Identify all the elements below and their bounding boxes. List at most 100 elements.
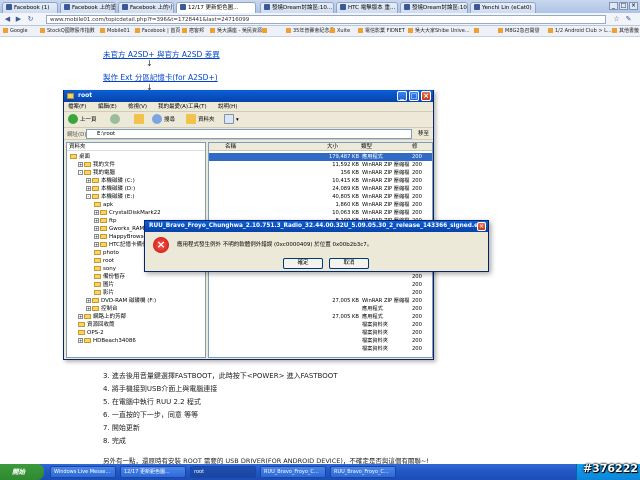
expand-icon[interactable]: + bbox=[94, 234, 99, 239]
reload-icon[interactable]: ↻ bbox=[26, 15, 35, 24]
tree-node[interactable]: OPS-2 bbox=[78, 329, 104, 337]
wrench-icon[interactable]: ✎ bbox=[624, 15, 633, 24]
file-row[interactable]: 200 bbox=[209, 289, 432, 297]
taskbar-button[interactable]: root bbox=[190, 466, 256, 478]
explorer-menu-item[interactable]: 檔案(F) bbox=[68, 103, 86, 111]
bookmark-item[interactable]: Xuite bbox=[330, 27, 350, 36]
up-folder-button[interactable] bbox=[134, 114, 146, 126]
bookmark-item[interactable]: Facebook | 首頁 bbox=[135, 27, 180, 36]
bookmark-item[interactable]: Google bbox=[3, 27, 28, 36]
tree-node[interactable]: apk bbox=[94, 201, 113, 209]
bookmark-item[interactable]: 其他書籤 bbox=[612, 27, 639, 36]
expand-icon[interactable]: + bbox=[86, 178, 91, 183]
folders-button[interactable]: 資料夾 bbox=[186, 114, 215, 126]
file-row[interactable]: 200 bbox=[209, 273, 432, 281]
forward-arrow-icon[interactable]: ▶ bbox=[14, 15, 23, 24]
bookmark-item[interactable]: StockQ國際股市指數 bbox=[40, 27, 95, 36]
column-size[interactable]: 大小 bbox=[327, 143, 338, 151]
search-button[interactable]: 搜尋 bbox=[152, 114, 175, 126]
collapse-icon[interactable]: - bbox=[78, 170, 83, 175]
tree-node[interactable]: photo bbox=[94, 249, 119, 257]
maximize-button[interactable]: □ bbox=[619, 2, 628, 10]
tree-node[interactable]: 桌面 bbox=[70, 153, 90, 161]
star-icon[interactable]: ☆ bbox=[612, 15, 621, 24]
tree-node[interactable]: + ftp bbox=[94, 217, 117, 225]
bookmark-item[interactable]: 痞客邦 bbox=[182, 27, 204, 36]
expand-icon[interactable]: + bbox=[94, 210, 99, 215]
bookmark-item[interactable]: 吳大大家Shibe Unive... bbox=[408, 27, 470, 36]
file-row[interactable]: Kernel for Bravo Desire Froyo v2.5.2.zip… bbox=[209, 177, 432, 185]
tree-node[interactable]: + HDBeach34086 bbox=[78, 337, 136, 345]
file-row[interactable]: HTC_Chunghwa_Widget.zip1,860 KBWinRAR ZI… bbox=[209, 201, 432, 209]
tree-node[interactable]: + 本機磁碟 (D:) bbox=[86, 185, 135, 193]
tree-node[interactable]: - 本機磁碟 (E:) bbox=[86, 193, 134, 201]
ok-button[interactable]: 確定 bbox=[283, 258, 323, 269]
back-arrow-icon[interactable]: ◀ bbox=[3, 15, 12, 24]
link-ext-partition[interactable]: 製作 Ext 分區記憶卡(for A2SD+) bbox=[103, 72, 218, 83]
explorer-menu-item[interactable]: 我的最愛(A) bbox=[158, 103, 188, 111]
expand-icon[interactable]: + bbox=[78, 314, 83, 319]
taskbar-button[interactable]: Windows Live Messe... bbox=[50, 466, 116, 478]
tree-node[interactable]: + 網路上的芳鄰 bbox=[78, 313, 126, 321]
browser-tab[interactable]: HTC 電擊版本 重... bbox=[336, 2, 398, 13]
file-row[interactable]: Bravo Desire Froyo v2.x27,005 KBWinRAR Z… bbox=[209, 297, 432, 305]
file-row[interactable]: reflash.exe27,005 KB應用程式200 bbox=[209, 313, 432, 321]
browser-tab[interactable]: 12/17 更新鉅色圖... bbox=[176, 2, 256, 13]
tree-node[interactable]: + 控制台 bbox=[86, 305, 118, 313]
tree-node[interactable]: 圖片 bbox=[94, 281, 114, 289]
file-row[interactable]: 200 bbox=[209, 281, 432, 289]
expand-icon[interactable]: + bbox=[94, 218, 99, 223]
minimize-button[interactable]: _ bbox=[609, 2, 618, 10]
file-row[interactable]: Default_icon_for_v2.x_991217.zip24,089 K… bbox=[209, 185, 432, 193]
tree-node[interactable]: root bbox=[94, 257, 114, 265]
expand-icon[interactable]: + bbox=[86, 298, 91, 303]
bookmark-item[interactable]: 電信影業 FIDNET bbox=[358, 27, 405, 36]
tree-node[interactable]: + CrystalDiskMark22 bbox=[94, 209, 161, 217]
collapse-icon[interactable]: - bbox=[86, 194, 91, 199]
tree-node[interactable]: 資源回收筒 bbox=[78, 321, 115, 329]
cancel-button[interactable]: 取消 bbox=[329, 258, 369, 269]
tree-node[interactable]: + DVD-RAM 磁碟機 (F:) bbox=[86, 297, 156, 305]
file-row[interactable]: Bravo Desire Froyo v2.x Apps_9912.zip10,… bbox=[209, 209, 432, 217]
file-row[interactable]: Update OPS Pro 3 ro.pool.ntp.org.zip156 … bbox=[209, 169, 432, 177]
dialog-close-button[interactable]: × bbox=[477, 222, 486, 231]
dialog-title[interactable]: RUU_Bravo_Froyo_Chunghwa_2.10.751.3_Radi… bbox=[145, 221, 488, 232]
expand-icon[interactable]: + bbox=[86, 186, 91, 191]
expand-icon[interactable]: + bbox=[94, 226, 99, 231]
tree-node[interactable]: + HTC記憶卡備份 bbox=[94, 241, 148, 249]
file-row[interactable]: gtktab_id檔案資料夾200 bbox=[209, 329, 432, 337]
browser-tab[interactable]: Facebook 上的塗鴉心... bbox=[60, 2, 116, 13]
explorer-minimize-button[interactable]: _ bbox=[397, 91, 407, 101]
file-row[interactable]: recovery-RA-desire-v2.0.0.zip應用程式200 bbox=[209, 305, 432, 313]
link-a2sd-difference[interactable]: 未官方 A2SD+ 與官方 A2SD 差異 bbox=[103, 49, 220, 60]
bookmark-item[interactable]: Mobile01 bbox=[100, 27, 130, 36]
tree-node[interactable]: - 我的電腦 bbox=[78, 169, 115, 177]
file-row[interactable]: Battery_ICON_991217.zip40,805 KBWinRAR Z… bbox=[209, 193, 432, 201]
browser-tab[interactable]: Yenchi Lin (eCat0) bbox=[470, 2, 536, 13]
tree-node[interactable]: sony bbox=[94, 265, 116, 273]
explorer-menu-item[interactable]: 編輯(E) bbox=[98, 103, 117, 111]
bookmark-item[interactable]: 35年普賽會紀念品 bbox=[286, 27, 334, 36]
expand-icon[interactable]: + bbox=[86, 306, 91, 311]
bookmark-item[interactable]: M8G2急召開發 bbox=[498, 27, 540, 36]
expand-icon[interactable]: + bbox=[78, 338, 83, 343]
start-button[interactable]: 開始 bbox=[0, 464, 44, 480]
bookmark-item[interactable]: 1/2 Android Club > L... bbox=[548, 27, 612, 36]
explorer-title-bar[interactable]: root _ □ × bbox=[64, 90, 433, 102]
explorer-close-button[interactable]: × bbox=[421, 91, 431, 101]
file-row[interactable]: Bravo Desire Froyo v2.5.3(a2sd+)檔案資料夾200 bbox=[209, 321, 432, 329]
browser-tab[interactable]: Facebook 上的小小... bbox=[118, 2, 174, 13]
tree-node[interactable]: + 我的文件 bbox=[78, 161, 115, 169]
forward-button[interactable] bbox=[110, 114, 122, 126]
tree-node[interactable]: 影片 bbox=[94, 289, 114, 297]
browser-tab[interactable]: Facebook (1) bbox=[2, 2, 58, 13]
go-button[interactable]: 移至 bbox=[418, 129, 429, 139]
browser-tab[interactable]: 發燒Dream討論區:10... bbox=[400, 2, 468, 13]
bookmark-item[interactable]: 吳大講座 - 吳民資源... bbox=[210, 27, 267, 36]
explorer-menu-item[interactable]: 工具(T) bbox=[188, 103, 207, 111]
back-button[interactable]: 上一頁 bbox=[68, 114, 97, 126]
explorer-menu-item[interactable]: 說明(H) bbox=[218, 103, 237, 111]
url-input[interactable]: www.mobile01.com/topicdetail.php?f=396&t… bbox=[46, 15, 606, 24]
explorer-address-input[interactable]: E:\root bbox=[86, 129, 412, 139]
file-row[interactable]: Android USB Driver檔案資料夾200 bbox=[209, 345, 432, 353]
